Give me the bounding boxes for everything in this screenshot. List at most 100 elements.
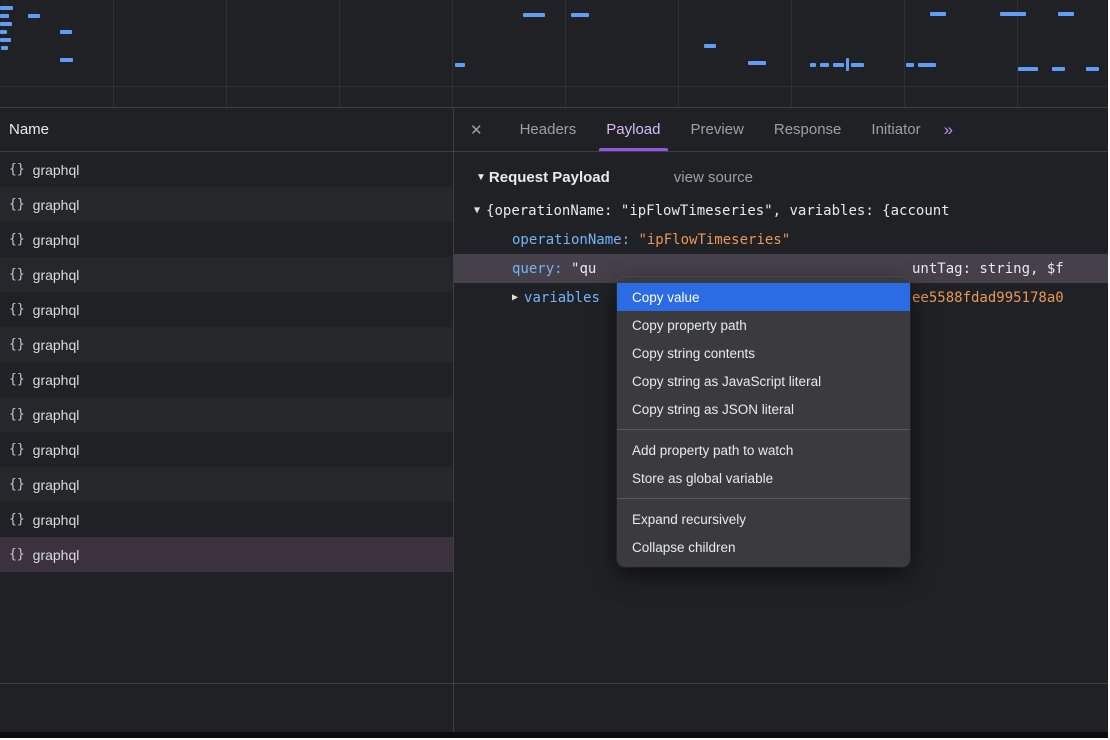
request-name: graphql xyxy=(33,232,80,248)
request-row[interactable]: {} graphql xyxy=(0,537,453,572)
tab-preview[interactable]: Preview xyxy=(676,108,759,151)
request-timing-bar xyxy=(60,58,73,62)
menu-item-expand-recursively[interactable]: Expand recursively xyxy=(617,505,910,533)
request-timing-bar xyxy=(833,63,844,67)
tab-initiator[interactable]: Initiator xyxy=(856,108,935,151)
view-source-link[interactable]: view source xyxy=(674,169,753,186)
request-timing-bar xyxy=(1000,12,1026,16)
request-timing-bar xyxy=(748,61,766,65)
request-name: graphql xyxy=(33,197,80,213)
request-payload-section-header[interactable]: ▼ Request Payload view source xyxy=(454,169,1108,186)
tab-headers[interactable]: Headers xyxy=(505,108,592,151)
overview-gridline xyxy=(339,0,340,107)
menu-item-copy-string-as-json-literal[interactable]: Copy string as JSON literal xyxy=(617,395,910,423)
json-braces-icon: {} xyxy=(9,442,25,457)
overview-gridline xyxy=(226,0,227,107)
menu-item-copy-value[interactable]: Copy value xyxy=(617,283,910,311)
request-name: graphql xyxy=(33,302,80,318)
variables-value-continuation: ee5588fdad995178a0 xyxy=(912,283,1064,312)
menu-separator xyxy=(617,498,910,499)
json-braces-icon: {} xyxy=(9,407,25,422)
overview-gridline xyxy=(904,0,905,107)
request-timing-bar xyxy=(571,13,589,17)
json-braces-icon: {} xyxy=(9,337,25,352)
json-braces-icon: {} xyxy=(9,197,25,212)
request-name: graphql xyxy=(33,337,80,353)
name-column-header[interactable]: Name xyxy=(0,108,453,152)
request-timing-bar xyxy=(820,63,829,67)
close-icon[interactable]: ✕ xyxy=(470,121,483,139)
request-timing-bar xyxy=(1052,67,1065,71)
tab-payload[interactable]: Payload xyxy=(591,108,675,151)
menu-item-add-property-path-to-watch[interactable]: Add property path to watch xyxy=(617,436,910,464)
request-row[interactable]: {} graphql xyxy=(0,362,453,397)
json-braces-icon: {} xyxy=(9,232,25,247)
more-tabs-icon[interactable]: » xyxy=(944,120,953,140)
expand-arrow-icon: ▼ xyxy=(474,205,480,216)
request-name: graphql xyxy=(33,547,80,563)
request-timing-bar xyxy=(0,6,13,10)
section-disclosure-icon: ▼ xyxy=(476,172,486,183)
menu-item-copy-string-as-javascript-literal[interactable]: Copy string as JavaScript literal xyxy=(617,367,910,395)
request-row[interactable]: {} graphql xyxy=(0,152,453,187)
details-toolbar: ✕ HeadersPayloadPreviewResponseInitiator… xyxy=(454,108,1108,152)
tree-operation-row[interactable]: operationName: "ipFlowTimeseries" xyxy=(454,225,1108,254)
tree-root-row[interactable]: ▼ {operationName: "ipFlowTimeseries", va… xyxy=(454,196,1108,225)
menu-item-copy-property-path[interactable]: Copy property path xyxy=(617,311,910,339)
network-overview[interactable] xyxy=(0,0,1108,108)
property-value: "qu xyxy=(571,261,596,277)
overview-gridline xyxy=(791,0,792,107)
request-row[interactable]: {}graphql xyxy=(0,467,453,502)
json-braces-icon: {} xyxy=(9,372,25,387)
request-row[interactable]: {} graphql xyxy=(0,397,453,432)
context-menu: Copy valueCopy property pathCopy string … xyxy=(617,277,910,567)
root-preview-text: {operationName: "ipFlowTimeseries", vari… xyxy=(486,203,950,219)
request-name: graphql xyxy=(33,407,80,423)
json-braces-icon: {} xyxy=(9,512,25,527)
request-timing-bar xyxy=(28,14,40,18)
request-row[interactable]: {} graphql xyxy=(0,187,453,222)
tab-response[interactable]: Response xyxy=(759,108,857,151)
request-timing-bar xyxy=(810,63,816,67)
request-timing-bar xyxy=(1058,12,1074,16)
request-list: {} graphql {} graphql {} graphql {} graphql {} gr… xyxy=(0,152,453,572)
request-list-pane: Name {}graphql{}graphql{}graphql{}graphq… xyxy=(0,108,454,732)
request-timing-bar xyxy=(846,58,849,71)
menu-item-collapse-children[interactable]: Collapse children xyxy=(617,533,910,561)
json-braces-icon: {} xyxy=(9,162,25,177)
property-key: query: xyxy=(512,261,571,277)
menu-separator xyxy=(617,429,910,430)
json-braces-icon: {} xyxy=(9,302,25,317)
request-row[interactable]: {}graphql xyxy=(0,502,453,537)
request-row[interactable]: {} graphql xyxy=(0,432,453,467)
request-name: graphql xyxy=(33,372,80,388)
request-timing-bar xyxy=(1086,67,1099,71)
request-row[interactable]: {}graphql xyxy=(0,257,453,292)
request-row[interactable]: {} graphql xyxy=(0,222,453,257)
section-title: Request Payload xyxy=(489,169,610,186)
request-timing-bar xyxy=(0,22,12,26)
request-timing-bar xyxy=(0,38,11,42)
overview-gridline xyxy=(565,0,566,107)
request-timing-bar xyxy=(60,30,72,34)
request-timing-bar xyxy=(918,63,936,67)
json-braces-icon: {} xyxy=(9,267,25,282)
overview-gridline xyxy=(1017,0,1018,107)
query-value-continuation: untTag: string, $f xyxy=(912,254,1064,283)
tab-strip: HeadersPayloadPreviewResponseInitiator xyxy=(505,108,936,151)
request-timing-bar xyxy=(1018,67,1038,71)
json-braces-icon: {} xyxy=(9,547,25,562)
overview-gridline-horizontal xyxy=(0,86,1108,87)
request-row[interactable]: {} graphql xyxy=(0,292,453,327)
json-braces-icon: {} xyxy=(9,477,25,492)
menu-item-store-as-global-variable[interactable]: Store as global variable xyxy=(617,464,910,492)
menu-item-copy-string-contents[interactable]: Copy string contents xyxy=(617,339,910,367)
request-timing-bar xyxy=(1,46,8,50)
request-name: graphql xyxy=(33,442,80,458)
name-column-label: Name xyxy=(9,121,49,138)
request-name: graphql xyxy=(33,162,80,178)
footer-divider xyxy=(0,683,1108,684)
request-timing-bar xyxy=(523,13,545,17)
request-timing-bar xyxy=(0,30,7,34)
request-row[interactable]: {} graphql xyxy=(0,327,453,362)
